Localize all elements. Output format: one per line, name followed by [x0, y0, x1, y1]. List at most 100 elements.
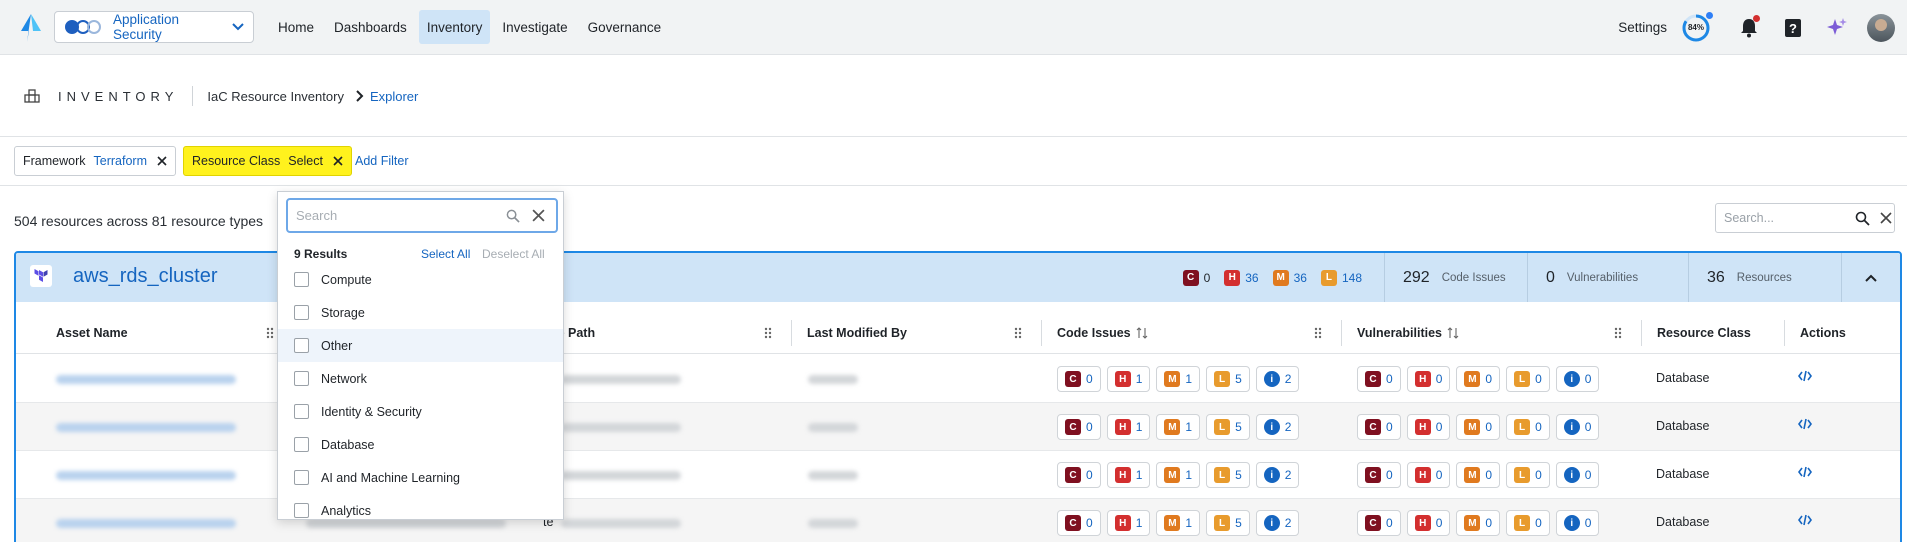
high-count-chip[interactable]: H1 — [1106, 510, 1151, 536]
view-code-button[interactable] — [1798, 466, 1812, 481]
dropdown-search-input[interactable] — [296, 208, 496, 223]
critical-count-chip[interactable]: C0 — [1357, 510, 1401, 536]
medium-count-chip[interactable]: M1 — [1156, 414, 1201, 440]
critical-count-chip[interactable]: C0 — [1057, 510, 1101, 536]
info-count-chip[interactable]: i2 — [1255, 366, 1300, 392]
product-logo-icon[interactable] — [18, 13, 44, 43]
option-item[interactable]: Identity & Security — [278, 395, 563, 428]
breadcrumb-parent-link[interactable]: IaC Resource Inventory — [207, 89, 344, 104]
ai-assistant-button[interactable] — [1815, 0, 1859, 55]
view-code-button[interactable] — [1798, 418, 1812, 433]
info-count-chip[interactable]: i0 — [1555, 414, 1600, 440]
option-item[interactable]: Other — [278, 329, 563, 362]
info-count-chip[interactable]: i2 — [1255, 510, 1300, 536]
critical-count-chip[interactable]: C0 — [1057, 366, 1101, 392]
low-count-chip[interactable]: L5 — [1206, 414, 1250, 440]
info-count-chip[interactable]: i0 — [1555, 510, 1600, 536]
user-avatar[interactable] — [1867, 13, 1895, 42]
column-vulnerabilities[interactable]: Vulnerabilities — [1357, 312, 1459, 354]
nav-dashboards[interactable]: Dashboards — [326, 10, 415, 44]
filter-chip-resource-class[interactable]: Resource Class Select — [183, 146, 352, 176]
close-icon[interactable] — [157, 156, 167, 166]
nav-governance[interactable]: Governance — [580, 10, 670, 44]
drag-handle-icon[interactable] — [764, 327, 772, 339]
medium-count-chip[interactable]: M1 — [1156, 366, 1201, 392]
critical-count-chip[interactable]: C0 — [1357, 366, 1401, 392]
table-search-input[interactable] — [1724, 211, 1849, 225]
low-count-chip[interactable]: L0 — [1506, 462, 1550, 488]
resource-type-name[interactable]: aws_rds_cluster — [73, 265, 218, 288]
info-count-chip[interactable]: i2 — [1255, 462, 1300, 488]
option-checkbox[interactable] — [294, 272, 309, 287]
view-code-button[interactable] — [1798, 370, 1812, 385]
nav-inventory[interactable]: Inventory — [418, 10, 491, 44]
add-filter-button[interactable]: Add Filter — [355, 154, 409, 168]
view-code-button[interactable] — [1798, 514, 1812, 529]
option-checkbox[interactable] — [294, 437, 309, 452]
medium-count-chip[interactable]: M0 — [1456, 510, 1501, 536]
drag-handle-icon[interactable] — [1014, 327, 1022, 339]
low-count-chip[interactable]: L5 — [1206, 462, 1250, 488]
option-item[interactable]: Analytics — [278, 494, 563, 519]
help-button[interactable]: ? — [1771, 0, 1815, 55]
info-count-chip[interactable]: i0 — [1555, 366, 1600, 392]
option-checkbox[interactable] — [294, 305, 309, 320]
option-item[interactable]: Network — [278, 362, 563, 395]
column-resource-class[interactable]: Resource Class — [1657, 312, 1751, 354]
low-count-chip[interactable]: L0 — [1506, 510, 1550, 536]
column-code-issues[interactable]: Code Issues — [1057, 312, 1148, 354]
high-count-chip[interactable]: H1 — [1106, 366, 1151, 392]
drag-handle-icon[interactable] — [1614, 327, 1622, 339]
drag-handle-icon[interactable] — [266, 327, 274, 339]
high-count-chip[interactable]: H0 — [1406, 366, 1451, 392]
high-count-chip[interactable]: H1 — [1106, 462, 1151, 488]
option-checkbox[interactable] — [294, 404, 309, 419]
low-count-chip[interactable]: L0 — [1506, 414, 1550, 440]
high-count-chip[interactable]: H0 — [1406, 462, 1451, 488]
option-checkbox[interactable] — [294, 503, 309, 518]
critical-count-chip[interactable]: C0 — [1057, 414, 1101, 440]
filter-chip-framework[interactable]: Framework Terraform — [14, 146, 176, 176]
option-checkbox[interactable] — [294, 371, 309, 386]
low-count-chip[interactable]: L5 — [1206, 366, 1250, 392]
collapse-button[interactable] — [1842, 274, 1900, 282]
option-item[interactable]: Database — [278, 428, 563, 461]
medium-count-chip[interactable]: M0 — [1456, 414, 1501, 440]
settings-link[interactable]: Settings — [1618, 20, 1667, 35]
info-count-chip[interactable]: i0 — [1555, 462, 1600, 488]
option-checkbox[interactable] — [294, 470, 309, 485]
clear-icon[interactable] — [532, 209, 545, 222]
medium-count-chip[interactable]: M1 — [1156, 510, 1201, 536]
column-asset-name[interactable]: Asset Name — [56, 312, 128, 354]
clear-icon[interactable] — [1880, 212, 1892, 224]
column-last-modified[interactable]: Last Modified By — [807, 312, 907, 354]
asset-name-link[interactable] — [56, 519, 236, 528]
app-switcher[interactable]: Application Security — [54, 11, 254, 43]
critical-count-chip[interactable]: C0 — [1357, 462, 1401, 488]
sort-icon[interactable] — [1136, 327, 1148, 339]
option-checkbox[interactable] — [294, 338, 309, 353]
critical-count-chip[interactable]: C0 — [1057, 462, 1101, 488]
search-icon[interactable] — [1855, 211, 1870, 226]
low-count-chip[interactable]: L0 — [1506, 366, 1550, 392]
option-item[interactable]: Compute — [278, 263, 563, 296]
asset-name-link[interactable] — [56, 375, 236, 384]
sort-icon[interactable] — [1447, 327, 1459, 339]
option-item[interactable]: Storage — [278, 296, 563, 329]
medium-count-chip[interactable]: M0 — [1456, 462, 1501, 488]
breadcrumb-current[interactable]: Explorer — [370, 89, 418, 104]
nav-home[interactable]: Home — [270, 10, 322, 44]
asset-name-link[interactable] — [56, 471, 236, 480]
asset-name-link[interactable] — [56, 423, 236, 432]
low-count-chip[interactable]: L5 — [1206, 510, 1250, 536]
select-all-button[interactable]: Select All — [421, 247, 470, 261]
option-item[interactable]: AI and Machine Learning — [278, 461, 563, 494]
high-count-chip[interactable]: H0 — [1406, 414, 1451, 440]
medium-count-chip[interactable]: M1 — [1156, 462, 1201, 488]
score-ring[interactable]: 84% — [1681, 11, 1713, 43]
info-count-chip[interactable]: i2 — [1255, 414, 1300, 440]
nav-investigate[interactable]: Investigate — [494, 10, 575, 44]
deselect-all-button[interactable]: Deselect All — [482, 247, 545, 261]
high-count-chip[interactable]: H0 — [1406, 510, 1451, 536]
high-count-chip[interactable]: H1 — [1106, 414, 1151, 440]
